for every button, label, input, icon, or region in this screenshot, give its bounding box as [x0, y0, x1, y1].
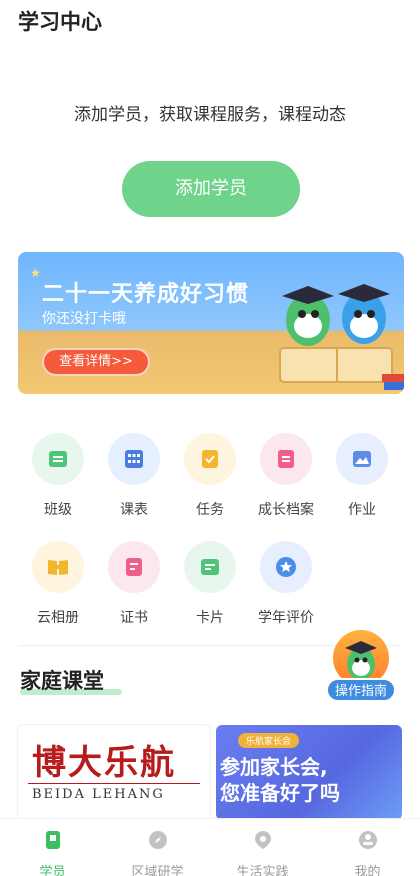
homework-icon	[353, 451, 371, 467]
mascot-illustration	[279, 284, 404, 390]
growth-record-icon	[278, 450, 294, 468]
grid-item-homework[interactable]: 作业	[324, 433, 400, 519]
timetable-icon	[125, 450, 143, 468]
operation-guide-button[interactable]: 操作指南	[326, 630, 396, 702]
card-tag: 乐航家长会	[238, 733, 300, 748]
family-class-card-beida[interactable]: 博大乐航 BEIDA LEHANG	[18, 725, 210, 820]
grid-item-cloud-album[interactable]: 云相册	[20, 541, 96, 627]
card-brand-subtitle: BEIDA LEHANG	[32, 787, 165, 802]
grid-label-timetable: 课表	[120, 502, 148, 518]
compass-icon	[148, 831, 167, 849]
tab-regional-study[interactable]: 区域研学	[105, 819, 210, 876]
student-icon	[45, 831, 60, 849]
view-details-button[interactable]: 查看详情>>	[42, 348, 150, 376]
class-icon	[49, 451, 67, 467]
tab-life-practice[interactable]: 生活实践	[210, 819, 315, 876]
tab-student[interactable]: 学员	[0, 819, 105, 876]
grid-item-growth-record[interactable]: 成长档案	[248, 433, 324, 519]
card-headline-1: 参加家长会,	[220, 755, 328, 779]
bottom-tab-bar: 学员 区域研学 生活实践 我的	[0, 818, 420, 876]
tab-label-profile: 我的	[354, 865, 381, 876]
grid-item-evaluation[interactable]: 学年评价	[248, 541, 324, 627]
grid-label-card: 卡片	[196, 610, 224, 626]
cloud-album-icon	[48, 560, 68, 575]
grid-label-growth-record: 成长档案	[258, 502, 314, 518]
grid-label-evaluation: 学年评价	[258, 610, 314, 626]
section-title-family-class: 家庭课堂	[20, 669, 104, 693]
task-icon	[202, 450, 218, 468]
tab-label-student: 学员	[39, 865, 66, 876]
page-title: 学习中心	[18, 10, 102, 34]
grid-label-task: 任务	[196, 502, 224, 518]
card-icon	[201, 559, 219, 575]
habit-banner[interactable]: ★ 二十一天养成好习惯 你还没打卡哦 查看详情>>	[18, 252, 404, 394]
grid-label-class: 班级	[44, 502, 72, 518]
grid-label-certificate: 证书	[120, 610, 148, 626]
grid-label-cloud-album: 云相册	[37, 610, 79, 626]
grid-item-class[interactable]: 班级	[20, 433, 96, 519]
card-brand-rule	[28, 783, 200, 784]
grid-item-certificate[interactable]: 证书	[96, 541, 172, 627]
grid-label-homework: 作业	[348, 502, 376, 518]
card-brand-title: 博大乐航	[32, 743, 176, 783]
banner-subtitle: 你还没打卡哦	[42, 311, 126, 327]
certificate-icon	[126, 558, 142, 576]
practice-icon	[254, 831, 271, 849]
add-student-button[interactable]: 添加学员	[122, 161, 300, 217]
grid-item-timetable[interactable]: 课表	[96, 433, 172, 519]
operation-guide-label: 操作指南	[326, 678, 396, 702]
family-class-card-parent-meeting[interactable]: 乐航家长会 参加家长会, 您准备好了吗	[216, 725, 402, 820]
star-icon: ★	[30, 266, 41, 280]
profile-icon	[358, 831, 377, 849]
tab-label-life-practice: 生活实践	[236, 865, 289, 876]
tab-profile[interactable]: 我的	[315, 819, 420, 876]
tab-label-regional-study: 区域研学	[131, 865, 184, 876]
grid-item-task[interactable]: 任务	[172, 433, 248, 519]
banner-title: 二十一天养成好习惯	[42, 282, 250, 307]
evaluation-icon	[276, 557, 296, 577]
card-headline-2: 您准备好了吗	[220, 781, 340, 805]
add-student-prompt: 添加学员，获取课程服务，课程动态	[74, 105, 346, 125]
grid-item-card[interactable]: 卡片	[172, 541, 248, 627]
